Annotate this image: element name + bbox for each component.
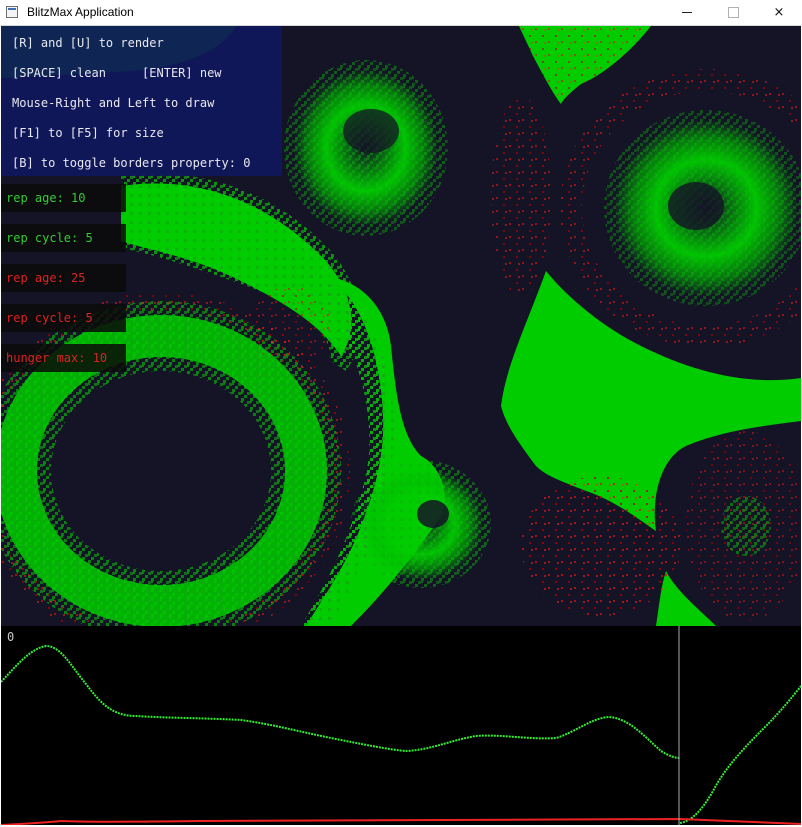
- prey-rep-cycle-label: rep cycle: 5: [1, 224, 126, 252]
- help-size-keys: [F1] to [F5] for size: [12, 126, 164, 140]
- maximize-button[interactable]: [710, 0, 756, 25]
- maximize-icon: [727, 7, 739, 18]
- minimize-button[interactable]: [664, 0, 710, 25]
- predator-rep-age-label: rep age: 25: [1, 264, 126, 292]
- title-bar: BlitzMax Application ×: [0, 0, 802, 26]
- minimize-icon: [682, 12, 692, 13]
- close-icon: ×: [773, 5, 785, 20]
- prey-rep-age-label: rep age: 10: [1, 184, 126, 212]
- graph-plot: [1, 626, 801, 825]
- help-render-keys: [R] and [U] to render: [12, 36, 164, 50]
- population-graph: 0: [1, 626, 801, 825]
- help-borders-toggle: [B] to toggle borders property: 0: [12, 156, 251, 170]
- app-icon: [6, 6, 18, 18]
- help-mouse-draw: Mouse-Right and Left to draw: [12, 96, 215, 110]
- simulation-canvas[interactable]: [R] and [U] to render [SPACE] clean [ENT…: [1, 26, 801, 626]
- help-clean-new-keys: [SPACE] clean [ENTER] new: [12, 66, 222, 80]
- prey-population-line: [1, 644, 681, 759]
- predator-rep-cycle-label: rep cycle: 5: [1, 304, 126, 332]
- window-title: BlitzMax Application: [27, 5, 134, 19]
- close-button[interactable]: ×: [756, 0, 802, 25]
- prey-population-line-current: [679, 685, 801, 824]
- help-panel: [R] and [U] to render [SPACE] clean [ENT…: [1, 26, 282, 176]
- predator-hunger-max-label: hunger max: 10: [1, 344, 126, 372]
